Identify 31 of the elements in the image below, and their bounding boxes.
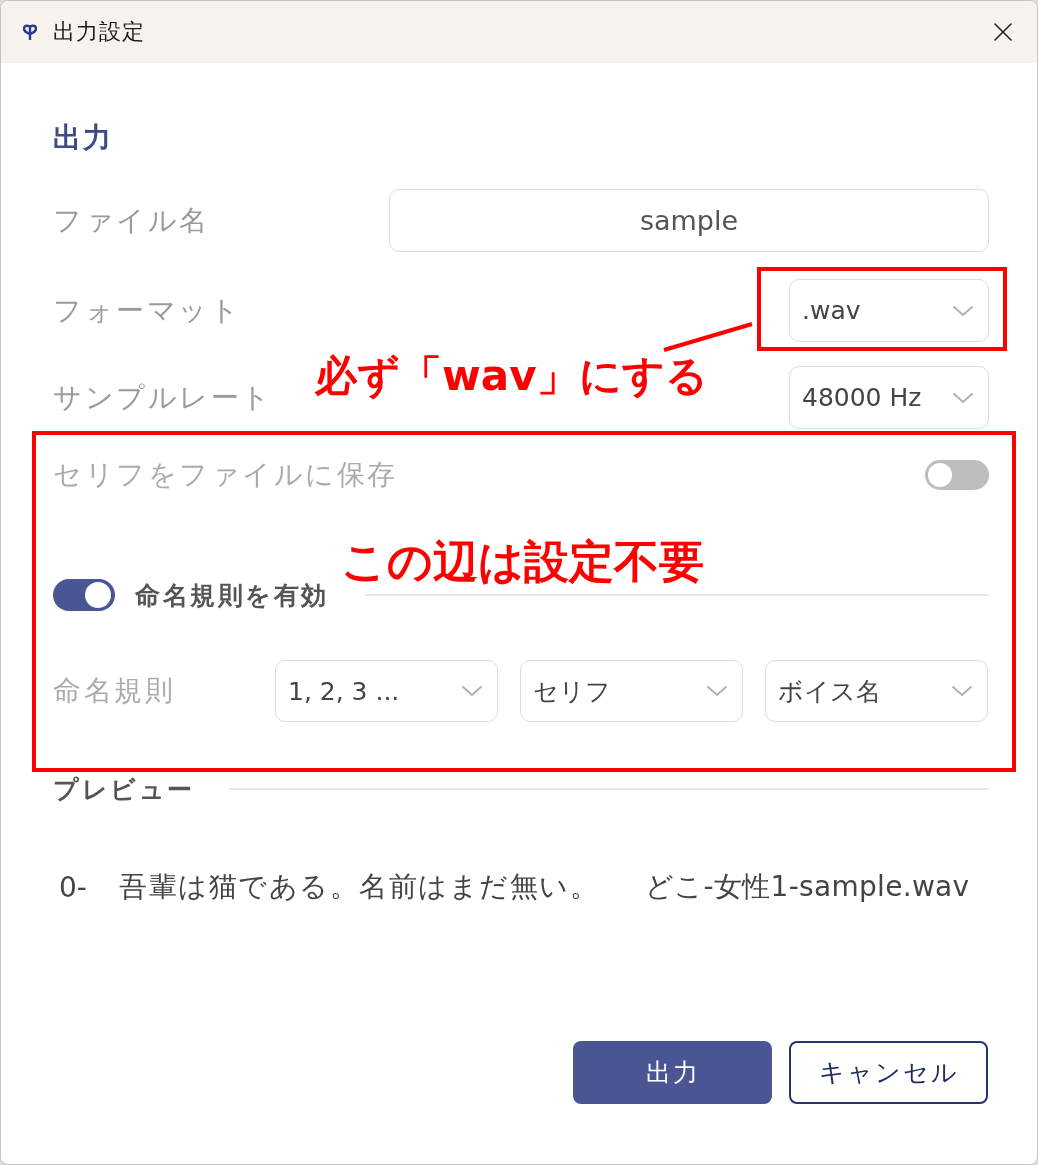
chevron-down-icon [951, 685, 973, 697]
chevron-down-icon [952, 391, 974, 404]
dropdown-select[interactable]: 1, 2, 3 ... [275, 660, 498, 722]
preview-text: 吾輩は猫である。名前はまだ無い。 [119, 869, 599, 905]
toggle-label: 命名規則を有効 [135, 579, 329, 612]
field-label: フォーマット [53, 292, 241, 329]
window-title: 出力設定 [53, 18, 145, 46]
annotation-text: 必ず「wav」にする [315, 351, 708, 402]
chevron-down-icon [952, 304, 974, 317]
toggle-switch[interactable] [53, 579, 115, 611]
preview-filename: どこ-女性1-sample.wav [645, 869, 970, 905]
dropdown-select[interactable]: セリフ [520, 660, 743, 722]
filename-field[interactable]: sample [389, 189, 989, 252]
close-icon[interactable] [993, 22, 1013, 42]
field-label: サンプルレート [53, 379, 273, 416]
annotation-text: この辺は設定不要 [341, 535, 704, 589]
cancel-button[interactable]: キャンセル [789, 1041, 988, 1104]
toggle-switch[interactable] [925, 460, 989, 490]
section-heading: 出力 [53, 120, 113, 156]
preview-heading: プレビュー [53, 773, 195, 806]
field-label: ファイル名 [53, 202, 210, 239]
dropdown-select[interactable]: .wav [789, 279, 989, 342]
field-label: 命名規則 [53, 673, 176, 709]
export-button[interactable]: 出力 [573, 1041, 772, 1104]
preview-index: 0- [59, 870, 88, 904]
app-logo-icon [23, 24, 37, 40]
dropdown-select[interactable]: ボイス名 [765, 660, 988, 722]
field-label: セリフをファイルに保存 [53, 457, 398, 493]
dropdown-select[interactable]: 48000 Hz [789, 366, 989, 429]
chevron-down-icon [461, 685, 483, 697]
chevron-down-icon [706, 685, 728, 697]
